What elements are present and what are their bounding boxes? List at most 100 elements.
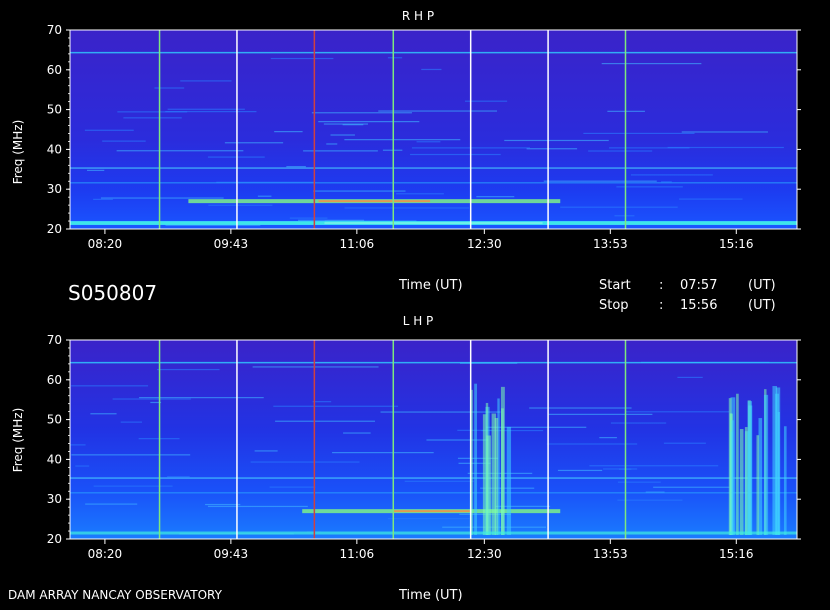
lhp-texture-streak: [343, 432, 371, 434]
rhp-x-tick-label: 13:53: [593, 237, 628, 251]
rhp-texture-streak: [311, 112, 412, 114]
rhp-texture-streak: [526, 148, 578, 150]
rhp-texture-streak: [123, 117, 182, 119]
lhp-texture-streak: [75, 465, 90, 467]
rhp-texture-streak: [286, 166, 306, 168]
lhp-horizontal-line: [70, 361, 797, 364]
middle-time-label: Time (UT): [399, 278, 463, 293]
rhp-texture-streak: [583, 132, 695, 135]
rhp-texture-streak: [679, 198, 743, 200]
stop-label: Stop: [599, 298, 629, 313]
rhp-texture-streak: [630, 174, 713, 176]
start-unit: (UT): [748, 278, 776, 293]
rhp-texture-streak: [313, 190, 406, 192]
rhp-texture-streak: [614, 215, 635, 217]
rhp-bottom-band: [70, 221, 797, 225]
start-label: Start: [599, 278, 631, 293]
lhp-burst-streak: [500, 386, 505, 535]
rhp-texture-streak: [257, 195, 272, 197]
lhp-horizontal-line: [70, 477, 797, 479]
rhp-x-tick-label: 11:06: [340, 237, 375, 251]
lhp-texture-streak: [254, 450, 278, 452]
rhp-panel: 70 60 50 40 30 20 08:20 09:43 11:06 12:30 13:53 15:…: [11, 9, 801, 251]
start-value: 07:57: [680, 278, 718, 293]
rhp-texture-streak: [410, 153, 501, 156]
rhp-texture-streak: [224, 142, 284, 144]
rhp-texture-streak: [84, 129, 134, 131]
lhp-x-tick-label: 08:20: [88, 547, 123, 561]
rhp-y-tick-label: 40: [47, 142, 62, 156]
rhp-texture-streak: [387, 57, 403, 59]
rhp-texture-streak: [476, 196, 515, 198]
lhp-title: L H P: [403, 314, 434, 328]
rhp-y-tick-label: 60: [47, 63, 62, 77]
rhp-texture-streak: [180, 80, 232, 82]
lhp-texture-streak: [250, 461, 360, 463]
lhp-y-tick-label: 20: [47, 532, 62, 546]
rhp-horizontal-line: [70, 167, 797, 169]
rhp-texture-streak: [504, 139, 609, 142]
rhp-texture-streak: [601, 63, 702, 65]
footer-instrument: DAM ARRAY NANCAY OBSERVATORY: [8, 588, 222, 602]
rhp-texture-streak: [616, 186, 683, 188]
rhp-texture-streak: [274, 131, 303, 133]
rhp-horizontal-line: [70, 51, 797, 54]
rhp-texture-streak: [208, 204, 273, 206]
rhp-texture-streak: [289, 217, 328, 219]
rhp-texture-streak: [344, 139, 461, 141]
lhp-texture-streak: [653, 486, 730, 488]
rhp-title: R H P: [402, 9, 434, 23]
lhp-texture-streak: [112, 398, 191, 400]
lhp-texture-streak: [90, 413, 117, 415]
lhp-x-tick-label: 09:43: [214, 547, 249, 561]
lhp-y-tick-label: 70: [47, 333, 62, 347]
rhp-ylabel: Freq (MHz): [11, 120, 25, 185]
lhp-texture-streak: [426, 439, 489, 441]
lhp-texture-streak: [157, 368, 220, 371]
lhp-burst-streak: [506, 426, 512, 535]
lhp-texture-streak: [625, 411, 730, 413]
lhp-x-tick-label: 15:16: [719, 547, 754, 561]
lhp-texture-streak: [557, 469, 603, 472]
lhp-texture-streak: [252, 366, 379, 368]
lhp-texture-streak: [269, 486, 316, 488]
rhp-texture-streak: [116, 150, 244, 152]
rhp-texture-streak: [270, 57, 334, 60]
lhp-burst-streak: [739, 429, 744, 535]
rhp-y-tick-label: 50: [47, 103, 62, 117]
rhp-x-tick-label: 08:20: [88, 237, 123, 251]
lhp-texture-streak: [275, 420, 376, 422]
lhp-texture-streak: [617, 499, 683, 501]
stop-value: 15:56: [680, 298, 718, 313]
lhp-texture-streak: [546, 443, 638, 445]
rhp-texture-streak: [165, 111, 257, 113]
rhp-x-tick-label: 12:30: [467, 237, 502, 251]
rhp-texture-streak: [93, 198, 113, 200]
rhp-texture-streak: [100, 197, 224, 199]
lhp-burst-streak: [783, 426, 787, 535]
rhp-texture-streak: [86, 169, 105, 171]
rhp-texture-streak: [543, 180, 657, 182]
rhp-texture-streak: [421, 68, 442, 71]
lhp-texture-streak: [467, 472, 533, 474]
rhp-texture-streak: [342, 124, 364, 126]
stop-separator: :: [659, 298, 664, 313]
lhp-burst-streak: [747, 401, 753, 535]
rhp-horizontal-line: [70, 182, 797, 184]
rhp-texture-streak: [667, 146, 784, 149]
rhp-texture-streak: [298, 219, 365, 221]
lhp-texture-streak: [71, 385, 149, 387]
lhp-emission-core: [392, 510, 470, 513]
lhp-burst-streak: [728, 398, 732, 535]
lhp-texture-streak: [529, 407, 632, 409]
lhp-texture-streak: [380, 411, 501, 413]
rhp-texture-streak: [318, 121, 420, 123]
start-separator: :: [659, 278, 664, 293]
rhp-texture-streak: [330, 134, 355, 136]
lhp-texture-streak: [334, 537, 400, 539]
lhp-texture-streak: [548, 413, 653, 415]
rhp-y-tick-label: 70: [47, 23, 62, 37]
lhp-texture-streak: [139, 397, 264, 399]
rhp-y-tick-label: 20: [47, 222, 62, 236]
observation-id: S050807: [68, 281, 158, 305]
